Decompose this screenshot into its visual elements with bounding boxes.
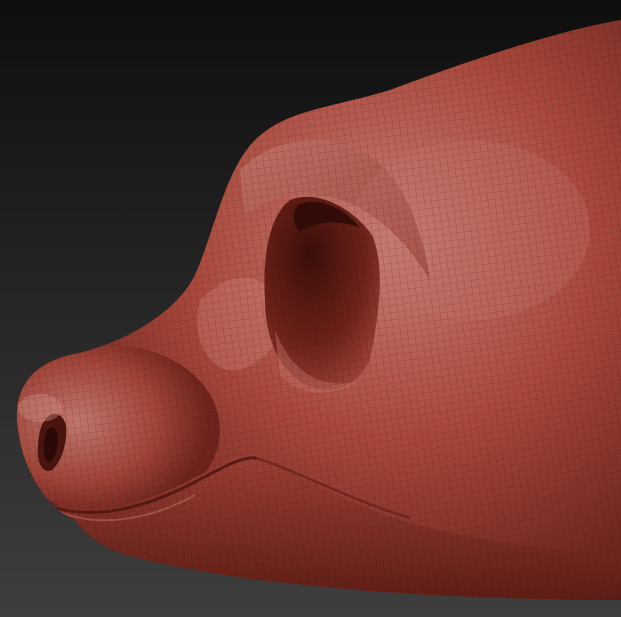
sculpt-canvas <box>0 0 621 617</box>
sculpt-viewport[interactable] <box>0 0 621 617</box>
